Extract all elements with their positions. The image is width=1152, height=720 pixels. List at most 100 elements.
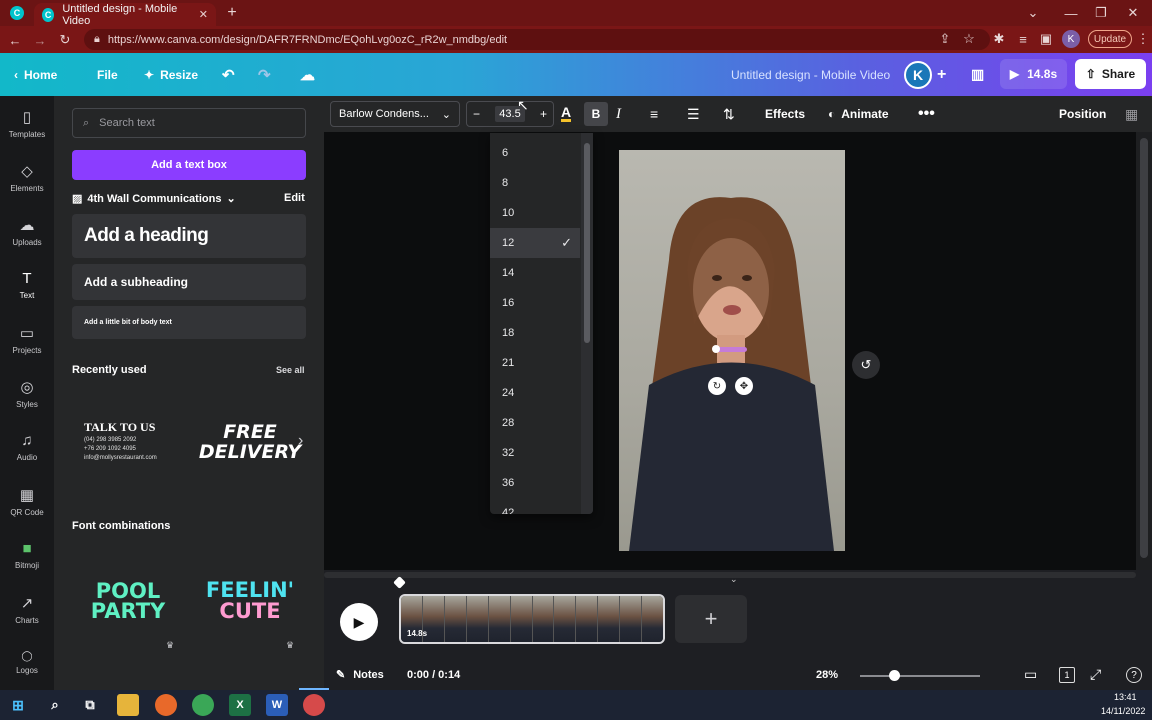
chevron-down-icon[interactable]: ⌄ [730, 574, 738, 585]
media-icon[interactable]: ≡ [1012, 28, 1034, 50]
grid-view-icon[interactable]: ▭ [1024, 666, 1037, 683]
dropdown-scrollbar[interactable] [581, 133, 593, 514]
firefox-icon[interactable] [155, 694, 177, 716]
font-size-option[interactable]: 8 [490, 168, 580, 198]
rail-logos[interactable]: ◯ Logos [0, 636, 54, 690]
redo-icon[interactable]: ↷ [258, 53, 271, 96]
back-icon[interactable]: ← [4, 29, 26, 51]
font-size-option[interactable]: 36 [490, 468, 580, 498]
rail-audio[interactable]: ♫ Audio [0, 420, 54, 474]
chrome-active-icon[interactable] [303, 694, 325, 716]
edit-brand-button[interactable]: Edit [284, 192, 305, 204]
undo-icon[interactable]: ↶ [222, 53, 235, 96]
forward-icon[interactable]: → [29, 29, 51, 51]
pool-party-template[interactable]: POOL PARTY [72, 566, 184, 636]
help-icon[interactable]: ? [1126, 667, 1142, 683]
file-explorer-icon[interactable] [117, 694, 139, 716]
free-delivery-template[interactable]: FREE DELIVERY [194, 392, 306, 492]
rail-charts[interactable]: ↗ Charts [0, 582, 54, 636]
see-all-link[interactable]: See all [276, 365, 305, 375]
design-title[interactable]: Untitled design - Mobile Video [731, 53, 890, 96]
profile-avatar[interactable]: K [1062, 30, 1080, 48]
resize-handle[interactable] [712, 345, 720, 353]
carousel-next-icon[interactable]: › [298, 432, 303, 450]
rail-qr-code[interactable]: ▦ QR Code [0, 474, 54, 528]
share-page-icon[interactable]: ⇪ [934, 28, 956, 50]
cloud-sync-icon[interactable]: ☁ [300, 53, 315, 96]
task-view-icon[interactable]: ⧉ [79, 694, 101, 716]
bookmark-star-icon[interactable]: ☆ [958, 28, 980, 50]
video-clip-strip[interactable]: 14.8s [399, 594, 665, 644]
align-center-icon[interactable]: ≡ [650, 96, 658, 132]
rotate-icon[interactable]: ↻ [708, 377, 726, 395]
notes-button[interactable]: ✎ Notes [336, 668, 384, 682]
font-size-option[interactable]: 10 [490, 198, 580, 228]
font-size-option[interactable]: 32 [490, 438, 580, 468]
search-icon[interactable]: ⌕ [44, 694, 66, 716]
chrome-menu-icon[interactable]: ⋮ [1132, 28, 1152, 50]
side-panel-icon[interactable]: ▣ [1035, 28, 1057, 50]
zoom-slider[interactable] [860, 670, 980, 681]
fullscreen-icon[interactable]: ⤢ [1090, 666, 1101, 683]
resize-button[interactable]: ✦ Resize [144, 53, 198, 96]
video-frame[interactable]: ↻ ✥ [619, 150, 845, 551]
chrome-menu-icon[interactable]: C [10, 5, 24, 20]
increase-size-icon[interactable]: + [540, 107, 547, 121]
timeline-play-button[interactable]: ▶ [340, 603, 378, 641]
font-family-select[interactable]: Barlow Condens... ⌄ [330, 101, 460, 127]
address-bar[interactable]: 🔒︎ https://www.canva.com/design/DAFR7FRN… [84, 29, 990, 50]
rail-elements[interactable]: ◇ Elements [0, 150, 54, 204]
font-size-option[interactable]: 42 [490, 498, 580, 514]
font-size-option[interactable]: 28 [490, 408, 580, 438]
file-menu-button[interactable]: File [97, 53, 118, 96]
font-size-option[interactable]: 24 [490, 378, 580, 408]
tab-search-icon[interactable]: ⌄ [1022, 2, 1044, 24]
spacing-icon[interactable]: ⇅ [723, 96, 735, 132]
text-color-button[interactable]: A [561, 96, 572, 132]
browser-tab-active[interactable]: C Untitled design - Mobile Video ✕ [34, 3, 216, 27]
position-button[interactable]: Position [1059, 96, 1106, 132]
windows-start-icon[interactable]: ⊞ [7, 694, 29, 716]
more-options-icon[interactable]: ••• [918, 96, 935, 132]
rail-templates[interactable]: ▯ Templates [0, 96, 54, 150]
excel-icon[interactable]: X [229, 694, 251, 716]
font-size-option[interactable]: 16 [490, 288, 580, 318]
home-button[interactable]: ‹ Home [14, 53, 57, 96]
update-button[interactable]: Update [1088, 30, 1132, 48]
font-size-option[interactable]: 21 [490, 348, 580, 378]
rail-text[interactable]: T Text [0, 258, 54, 312]
font-size-option[interactable]: 6 [490, 138, 580, 168]
effects-button[interactable]: Effects [765, 96, 805, 132]
share-button[interactable]: ⇧ Share [1075, 59, 1146, 89]
rail-uploads[interactable]: ☁ Uploads [0, 204, 54, 258]
zoom-slider-knob[interactable] [889, 670, 900, 681]
bold-button[interactable]: B [584, 102, 608, 126]
rail-bitmoji[interactable]: ■ Bitmoji [0, 528, 54, 582]
minimize-window-icon[interactable]: — [1060, 2, 1082, 24]
comment-icon[interactable]: ↺ [852, 351, 880, 379]
close-window-icon[interactable]: ✕ [1122, 2, 1144, 24]
chrome-icon[interactable] [192, 694, 214, 716]
maximize-window-icon[interactable]: ❐ [1090, 2, 1112, 24]
animate-button[interactable]: ◐ Animate [828, 96, 889, 132]
user-avatar[interactable]: K [904, 61, 932, 89]
add-text-box-button[interactable]: Add a text box [72, 150, 306, 180]
move-icon[interactable]: ✥ [735, 377, 753, 395]
search-input[interactable]: ⌕ Search text [72, 108, 306, 138]
brand-kit-selector[interactable]: ▨ 4th Wall Communications ⌄ [72, 192, 236, 206]
list-icon[interactable]: ☰ [687, 96, 700, 132]
add-subheading-card[interactable]: Add a subheading [72, 264, 306, 300]
decrease-size-icon[interactable]: − [473, 107, 480, 121]
add-body-text-card[interactable]: Add a little bit of body text [72, 306, 306, 339]
present-play-button[interactable]: ▶ 14.8s [1000, 59, 1067, 89]
canvas-scrollbar[interactable] [1136, 132, 1152, 570]
font-size-option[interactable]: 14 [490, 258, 580, 288]
feelin-cute-template[interactable]: FEELIN' CUTE [194, 566, 306, 636]
font-size-option[interactable]: 18 [490, 318, 580, 348]
rail-projects[interactable]: ▭ Projects [0, 312, 54, 366]
add-heading-card[interactable]: Add a heading [72, 214, 306, 258]
insights-chart-icon[interactable]: ▥ [971, 53, 984, 96]
transparency-icon[interactable]: ▦ [1125, 96, 1138, 132]
add-collaborator-icon[interactable]: + [937, 53, 946, 96]
new-tab-icon[interactable]: + [221, 2, 243, 24]
